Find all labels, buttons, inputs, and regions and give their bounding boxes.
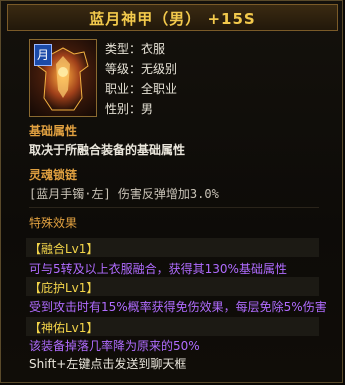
stat-level: 等级：无级别 [105,62,178,76]
skill-name-protect: 【庇护Lv1】 [29,281,99,295]
skill-desc-fusion: 可与5转及以上衣服融合，获得其130%基础属性 [29,262,287,276]
item-title: 蓝月神甲（男） +15S [89,10,256,28]
item-icon-frame[interactable]: 月 [29,39,97,117]
footer-hint: Shift+左键点击发送到聊天框 [29,357,187,371]
base-attr-title: 基础属性 [29,124,78,138]
stat-type: 类型：衣服 [105,42,166,56]
skill-name-blessing: 【神佑Lv1】 [29,321,99,335]
special-effect-title: 特殊效果 [29,216,78,230]
stat-class: 职业：全职业 [105,82,178,96]
soul-chain-line: [蓝月手镯·左] 伤害反弹增加3.0% [29,187,219,201]
item-stats: 类型：衣服 等级：无级别 职业：全职业 性别：男 [105,39,177,119]
base-attr-desc: 取决于所融合装备的基础属性 [29,143,186,157]
moon-badge-icon: 月 [34,44,52,66]
stat-gender: 性别：男 [105,102,154,116]
item-tooltip: 蓝月神甲（男） +15S 月 类型：衣服 等级：无级别 职业：全职业 性别：男 … [0,0,343,383]
skill-desc-blessing: 该装备掉落几率降为原来的50% [29,339,200,353]
tooltip-header: 蓝月神甲（男） +15S [7,4,338,31]
skill-desc-protect: 受到攻击时有15%概率获得免伤效果，每层免除5%伤害 [29,300,327,314]
skill-name-fusion: 【融合Lv1】 [29,242,99,256]
divider [29,207,319,208]
soul-chain-title: 灵魂锁链 [29,168,78,182]
